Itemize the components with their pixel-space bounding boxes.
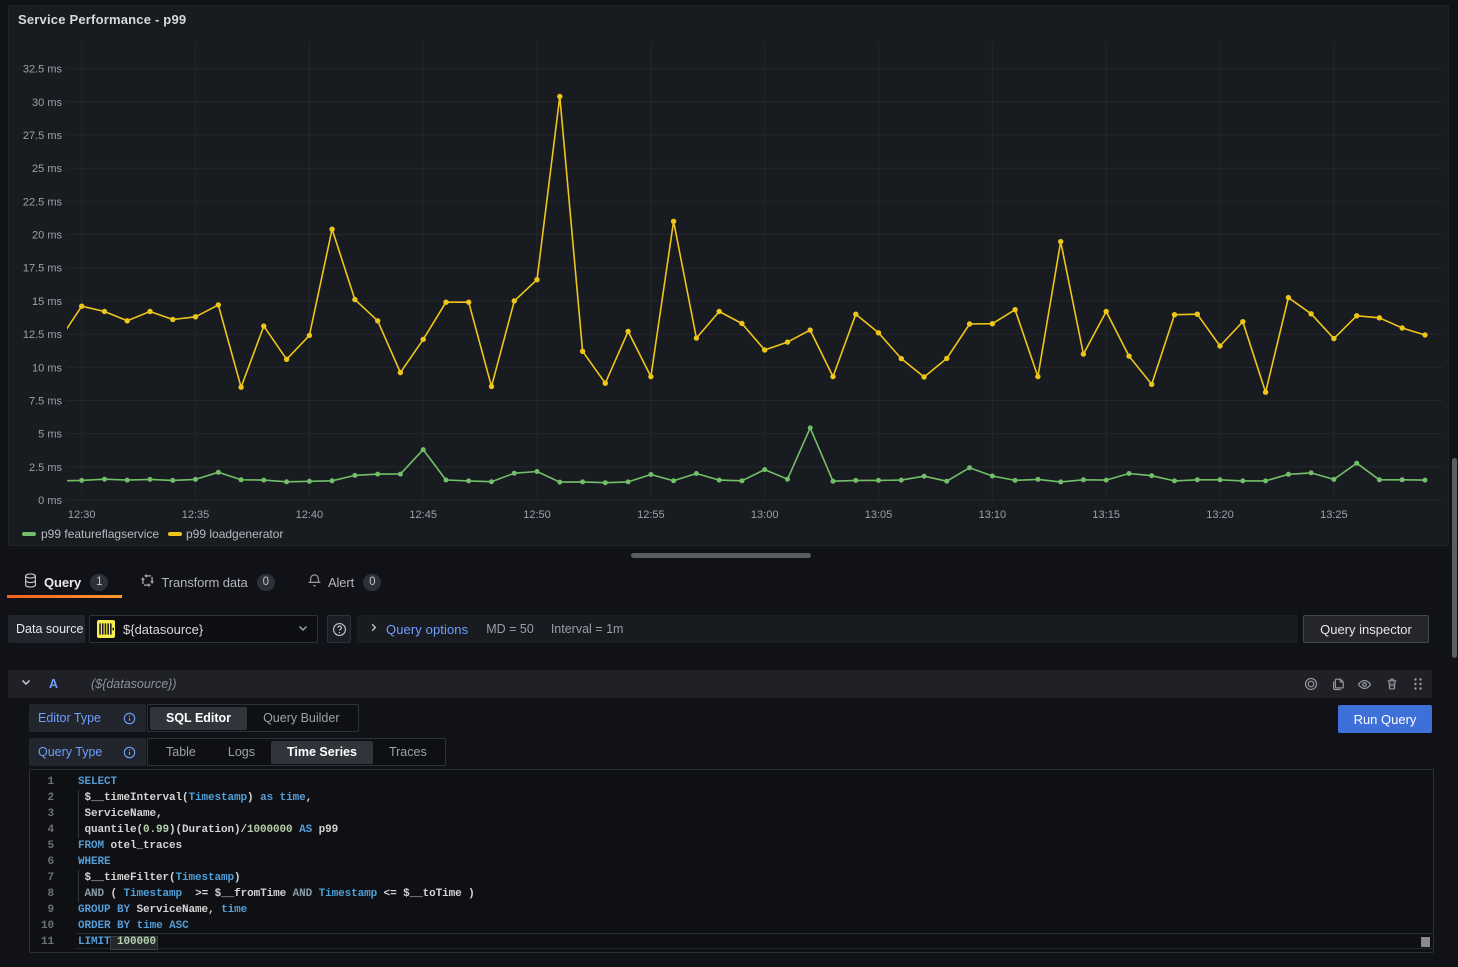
svg-text:12:30: 12:30 [68,509,96,521]
svg-text:22.5 ms: 22.5 ms [23,196,63,208]
svg-text:13:15: 13:15 [1092,509,1120,521]
svg-text:p99 featureflagservice: p99 featureflagservice [41,527,159,541]
svg-text:25 ms: 25 ms [32,163,62,175]
svg-text:0 ms: 0 ms [38,495,62,507]
svg-text:p99 loadgenerator: p99 loadgenerator [186,527,283,541]
svg-text:7.5 ms: 7.5 ms [29,396,63,408]
svg-text:30 ms: 30 ms [32,97,62,109]
svg-text:12:50: 12:50 [523,509,551,521]
svg-text:13:20: 13:20 [1206,509,1234,521]
svg-text:13:25: 13:25 [1320,509,1348,521]
svg-text:20 ms: 20 ms [32,230,62,242]
svg-text:12:40: 12:40 [296,509,324,521]
svg-text:12:35: 12:35 [182,509,210,521]
svg-text:32.5 ms: 32.5 ms [23,64,63,76]
svg-text:12:45: 12:45 [409,509,437,521]
svg-text:17.5 ms: 17.5 ms [23,263,63,275]
svg-text:5 ms: 5 ms [38,429,62,441]
svg-text:13:00: 13:00 [751,509,779,521]
svg-text:12:55: 12:55 [637,509,665,521]
svg-text:15 ms: 15 ms [32,296,62,308]
svg-text:13:05: 13:05 [865,509,893,521]
svg-text:12.5 ms: 12.5 ms [23,329,63,341]
svg-text:27.5 ms: 27.5 ms [23,130,63,142]
svg-text:13:10: 13:10 [979,509,1007,521]
svg-text:10 ms: 10 ms [32,362,62,374]
svg-text:2.5 ms: 2.5 ms [29,462,63,474]
